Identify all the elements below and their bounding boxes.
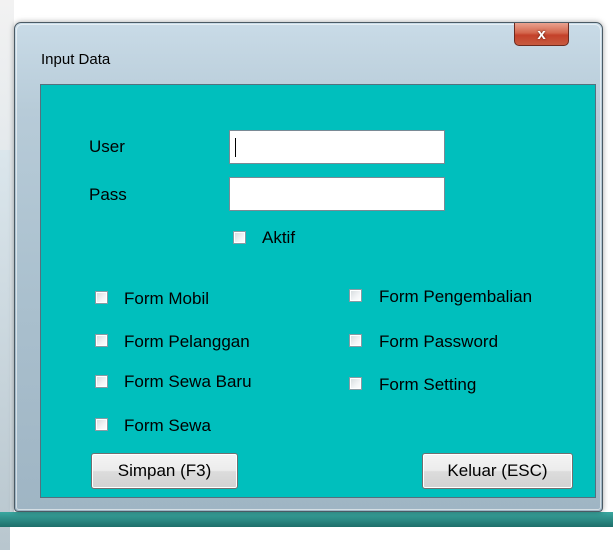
pass-input[interactable]	[229, 177, 445, 211]
form-sewa-baru-checkbox[interactable]	[95, 375, 108, 388]
pass-label: Pass	[89, 185, 127, 204]
form-pelanggan-checkbox[interactable]	[95, 334, 108, 347]
desktop-decoration	[0, 150, 10, 550]
text-caret	[235, 138, 236, 157]
form-mobil-label[interactable]: Form Mobil	[124, 289, 209, 309]
taskbar-edge	[0, 512, 613, 527]
form-setting-checkbox[interactable]	[349, 377, 362, 390]
form-sewa-checkbox[interactable]	[95, 418, 108, 431]
form-password-label[interactable]: Form Password	[379, 332, 498, 352]
input-data-window: Input Data x User Pass Aktif Form Mobil …	[14, 22, 603, 512]
form-sewa-label[interactable]: Form Sewa	[124, 416, 211, 436]
close-icon: x	[537, 25, 546, 43]
exit-button[interactable]: Keluar (ESC)	[422, 453, 573, 489]
user-input[interactable]	[229, 130, 445, 164]
aktif-label[interactable]: Aktif	[262, 228, 295, 248]
close-button[interactable]: x	[514, 23, 569, 46]
aktif-checkbox[interactable]	[233, 231, 246, 244]
save-button[interactable]: Simpan (F3)	[91, 453, 238, 489]
form-pelanggan-label[interactable]: Form Pelanggan	[124, 332, 250, 352]
form-pengembalian-label[interactable]: Form Pengembalian	[379, 287, 532, 307]
form-sewa-baru-label[interactable]: Form Sewa Baru	[124, 372, 252, 392]
form-mobil-checkbox[interactable]	[95, 291, 108, 304]
window-title: Input Data	[41, 51, 111, 68]
form-password-checkbox[interactable]	[349, 334, 362, 347]
form-pengembalian-checkbox[interactable]	[349, 289, 362, 302]
user-label: User	[89, 137, 125, 156]
form-setting-label[interactable]: Form Setting	[379, 375, 476, 395]
desktop-background-left	[0, 0, 14, 550]
form-panel: User Pass Aktif Form Mobil Form Pelangga…	[40, 84, 596, 498]
